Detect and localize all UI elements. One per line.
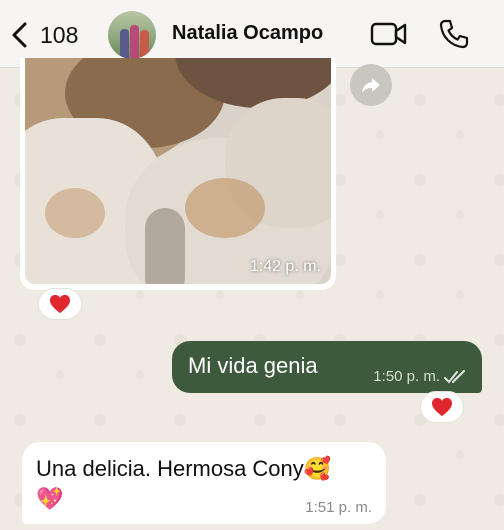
- video-camera-icon: [370, 22, 407, 46]
- message-meta: 1:50 p. m.: [373, 368, 468, 385]
- video-call-button[interactable]: [370, 20, 408, 48]
- avatar[interactable]: [108, 11, 156, 59]
- message-line: 💖: [36, 486, 64, 511]
- message-line: Una delicia. Hermosa Cony🥰: [36, 456, 332, 481]
- photo-region: [45, 188, 105, 238]
- unread-count: 108: [40, 21, 79, 48]
- avatar-figure: [140, 30, 149, 59]
- reaction-badge[interactable]: [420, 391, 464, 423]
- back-button[interactable]: 108: [10, 18, 90, 52]
- incoming-message[interactable]: Una delicia. Hermosa Cony🥰 💖 1:51 p. m.: [22, 442, 386, 524]
- phone-icon: [439, 19, 469, 49]
- contact-name[interactable]: Natalia Ocampo: [172, 22, 323, 45]
- message-time: 1:50 p. m.: [373, 368, 440, 385]
- avatar-figure: [130, 25, 139, 59]
- chevron-left-icon: [12, 22, 27, 48]
- photo-region: [185, 178, 265, 238]
- photo-region: [145, 208, 185, 284]
- outgoing-message[interactable]: Mi vida genia 1:50 p. m.: [172, 341, 482, 393]
- forward-button[interactable]: [350, 64, 392, 106]
- double-check-icon: [444, 369, 465, 383]
- message-time: 1:42 p. m.: [249, 258, 321, 275]
- message-time: 1:51 p. m.: [305, 499, 372, 516]
- reaction-badge[interactable]: [38, 288, 82, 320]
- red-heart-icon: [432, 397, 452, 417]
- avatar-figure: [120, 29, 129, 59]
- message-photo[interactable]: 1:42 p. m.: [25, 58, 331, 284]
- voice-call-button[interactable]: [438, 18, 470, 50]
- image-message[interactable]: 1:42 p. m.: [20, 58, 336, 290]
- red-heart-icon: [50, 294, 70, 314]
- message-text: Mi vida genia: [188, 353, 318, 378]
- share-arrow-icon: [362, 78, 380, 93]
